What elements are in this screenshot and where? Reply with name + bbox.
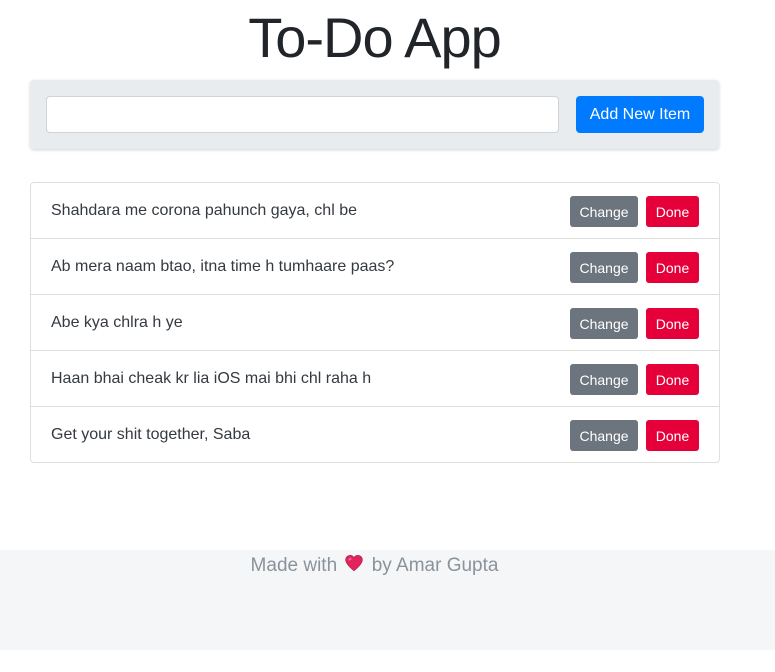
list-item: Shahdara me corona pahunch gaya, chl be …: [31, 183, 719, 239]
add-new-item-button[interactable]: Add New Item: [576, 96, 704, 133]
todo-item-text: Abe kya chlra h ye: [51, 314, 183, 331]
change-button[interactable]: Change: [570, 196, 638, 227]
done-button[interactable]: Done: [646, 196, 699, 227]
new-item-form: Add New Item: [30, 80, 719, 149]
list-item: Abe kya chlra h ye Change Done: [31, 295, 719, 351]
done-button[interactable]: Done: [646, 420, 699, 451]
footer-prefix: Made with: [250, 555, 338, 576]
done-button[interactable]: Done: [646, 308, 699, 339]
todo-app-page: To-Do App Add New Item Shahdara me coron…: [0, 0, 775, 672]
todo-item-text: Shahdara me corona pahunch gaya, chl be: [51, 202, 357, 219]
footer-suffix: by Amar Gupta: [371, 555, 499, 576]
done-button[interactable]: Done: [646, 252, 699, 283]
heart-icon: [344, 553, 364, 573]
todo-item-text: Haan bhai cheak kr lia iOS mai bhi chl r…: [51, 370, 372, 387]
done-button[interactable]: Done: [646, 364, 699, 395]
list-item: Haan bhai cheak kr lia iOS mai bhi chl r…: [31, 351, 719, 407]
change-button[interactable]: Change: [570, 420, 638, 451]
page-title: To-Do App: [248, 6, 502, 69]
footer: Made with by Amar Gupta: [0, 550, 775, 650]
list-item: Get your shit together, Saba Change Done: [31, 407, 719, 462]
new-item-input[interactable]: [46, 96, 559, 133]
footer-credit: Made with by Amar Gupta: [0, 550, 749, 582]
change-button[interactable]: Change: [570, 308, 638, 339]
list-item: Ab mera naam btao, itna time h tumhaare …: [31, 239, 719, 295]
change-button[interactable]: Change: [570, 364, 638, 395]
todo-list: Shahdara me corona pahunch gaya, chl be …: [30, 182, 720, 463]
todo-item-text: Ab mera naam btao, itna time h tumhaare …: [51, 258, 395, 275]
todo-item-text: Get your shit together, Saba: [51, 426, 251, 443]
change-button[interactable]: Change: [570, 252, 638, 283]
